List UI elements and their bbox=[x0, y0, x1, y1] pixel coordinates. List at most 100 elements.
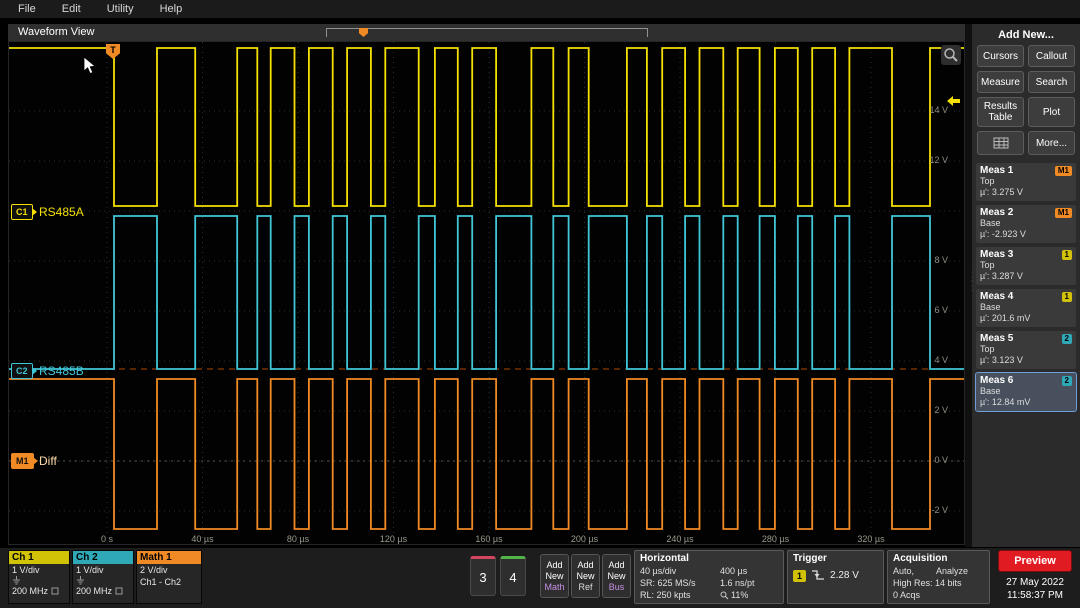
math1-expression: Ch1 - Ch2 bbox=[137, 576, 201, 588]
measure-button[interactable]: Measure bbox=[977, 71, 1024, 93]
magnifier-icon bbox=[943, 47, 959, 63]
channel3-button[interactable]: 3 bbox=[470, 556, 496, 596]
add-new-ref-button[interactable]: Add New Ref bbox=[571, 554, 600, 598]
sample-period: 1.6 ns/pt bbox=[720, 577, 778, 589]
acquisition-title: Acquisition bbox=[893, 552, 984, 565]
callout-button[interactable]: Callout bbox=[1028, 45, 1075, 67]
time: 11:58:37 PM bbox=[994, 589, 1076, 602]
acquisition-badge[interactable]: Acquisition Auto,Analyze High Res: 14 bi… bbox=[887, 550, 990, 604]
settings-bar: Ch 1 1 V/div 200 MHz Ch 2 1 V/div 200 MH… bbox=[0, 548, 1080, 608]
math1-badge[interactable]: Math 1 2 V/div Ch1 - Ch2 bbox=[136, 550, 202, 604]
add-new-math-button[interactable]: Add New Math bbox=[540, 554, 569, 598]
table-grid-button[interactable] bbox=[977, 131, 1024, 155]
voltage-axis-label: -2 V bbox=[914, 505, 948, 515]
waveform-display[interactable]: 0 s40 µs80 µs120 µs160 µs200 µs240 µs280… bbox=[8, 41, 965, 545]
menu-help[interactable]: Help bbox=[160, 3, 183, 15]
channel2-bandwidth: 200 MHz bbox=[76, 585, 112, 597]
add-word: Add bbox=[577, 560, 593, 571]
trigger-position-flag[interactable]: T bbox=[106, 44, 120, 59]
plot-button[interactable]: Plot bbox=[1028, 97, 1075, 127]
meas-source-badge: 1 bbox=[1062, 292, 1072, 302]
measurement-list: Meas 1 M1 Top µ': 3.275 V Meas 2 M1 Base… bbox=[972, 163, 1080, 411]
waveform-view-tabstrip: Waveform View bbox=[8, 24, 965, 41]
voltage-axis-label: 14 V bbox=[914, 105, 948, 115]
channel1-tag[interactable]: C1 bbox=[11, 204, 33, 220]
new-word: New bbox=[576, 571, 594, 582]
time-axis-label: 160 µs bbox=[475, 534, 502, 544]
ref-word: Ref bbox=[578, 582, 592, 593]
math1-tag[interactable]: M1 bbox=[11, 453, 34, 469]
meas-name: Meas 3 bbox=[980, 249, 1013, 260]
offscreen-level-arrow-icon bbox=[946, 94, 961, 112]
channel1-badge[interactable]: Ch 1 1 V/div 200 MHz bbox=[8, 550, 70, 604]
menu-file[interactable]: File bbox=[18, 3, 36, 15]
record-trigger-marker[interactable] bbox=[359, 28, 368, 37]
record-view-bracket[interactable] bbox=[326, 28, 648, 37]
channel2-label: RS485B bbox=[39, 364, 84, 378]
meas-6-badge[interactable]: Meas 6 2 Base µ': 12.84 mV bbox=[976, 373, 1076, 411]
voltage-axis-label: 6 V bbox=[914, 305, 948, 315]
menu-edit[interactable]: Edit bbox=[62, 3, 81, 15]
meas-2-badge[interactable]: Meas 2 M1 Base µ': -2.923 V bbox=[976, 205, 1076, 243]
channel2-tag[interactable]: C2 bbox=[11, 363, 33, 379]
bandwidth-icon bbox=[51, 587, 59, 595]
channel2-scale: 1 V/div bbox=[73, 564, 133, 576]
new-word: New bbox=[607, 571, 625, 582]
add-new-bus-button[interactable]: Add New Bus bbox=[602, 554, 631, 598]
new-word: New bbox=[545, 571, 563, 582]
meas-source-badge: M1 bbox=[1055, 166, 1072, 176]
cursors-button[interactable]: Cursors bbox=[977, 45, 1024, 67]
meas-value: µ': 3.275 V bbox=[980, 187, 1072, 198]
analyze-link[interactable]: Analyze bbox=[936, 565, 968, 577]
time-axis-label: 0 s bbox=[101, 534, 113, 544]
trigger-title: Trigger bbox=[793, 552, 878, 565]
add-word: Add bbox=[608, 560, 624, 571]
time-axis-label: 80 µs bbox=[287, 534, 309, 544]
meas-source-badge: 2 bbox=[1062, 376, 1072, 386]
meas-stat: Top bbox=[980, 176, 1072, 187]
meas-value: µ': 3.287 V bbox=[980, 271, 1072, 282]
search-button[interactable]: Search bbox=[1028, 71, 1075, 93]
meas-1-badge[interactable]: Meas 1 M1 Top µ': 3.275 V bbox=[976, 163, 1076, 201]
channel2-badge[interactable]: Ch 2 1 V/div 200 MHz bbox=[72, 550, 134, 604]
meas-name: Meas 4 bbox=[980, 291, 1013, 302]
meas-name: Meas 6 bbox=[980, 375, 1013, 386]
trigger-level: 2.28 V bbox=[830, 570, 859, 581]
sample-rate: SR: 625 MS/s bbox=[640, 577, 720, 589]
channel2-badge-title: Ch 2 bbox=[73, 551, 133, 564]
voltage-axis-label: 2 V bbox=[914, 405, 948, 415]
preview-button[interactable]: Preview bbox=[998, 550, 1072, 572]
meas-value: µ': 12.84 mV bbox=[980, 397, 1072, 408]
tab-waveform-view[interactable]: Waveform View bbox=[18, 26, 94, 38]
horizontal-badge[interactable]: Horizontal 40 µs/div400 µs SR: 625 MS/s1… bbox=[634, 550, 784, 604]
horizontal-scale: 40 µs/div bbox=[640, 565, 720, 577]
meas-source-badge: 1 bbox=[1062, 250, 1072, 260]
meas-stat: Base bbox=[980, 218, 1072, 229]
math1-scale: 2 V/div bbox=[137, 564, 201, 576]
meas-3-badge[interactable]: Meas 3 1 Top µ': 3.287 V bbox=[976, 247, 1076, 285]
meas-source-badge: M1 bbox=[1055, 208, 1072, 218]
acquisition-count: 0 Acqs bbox=[893, 589, 984, 601]
meas-5-badge[interactable]: Meas 5 2 Top µ': 3.123 V bbox=[976, 331, 1076, 369]
time-axis-label: 320 µs bbox=[857, 534, 884, 544]
horizontal-span: 400 µs bbox=[720, 565, 778, 577]
menu-utility[interactable]: Utility bbox=[107, 3, 134, 15]
math-word: Math bbox=[544, 582, 564, 593]
voltage-axis-label: 12 V bbox=[914, 155, 948, 165]
more-button[interactable]: More... bbox=[1028, 131, 1075, 155]
channel4-button[interactable]: 4 bbox=[500, 556, 526, 596]
meas-stat: Top bbox=[980, 344, 1072, 355]
time-axis-label: 200 µs bbox=[571, 534, 598, 544]
meas-name: Meas 2 bbox=[980, 207, 1013, 218]
bandwidth-icon bbox=[115, 587, 123, 595]
results-table-button[interactable]: Results Table bbox=[977, 97, 1024, 127]
add-word: Add bbox=[546, 560, 562, 571]
trigger-badge[interactable]: Trigger 1 2.28 V bbox=[787, 550, 884, 604]
meas-stat: Base bbox=[980, 386, 1072, 397]
zoom-percent-icon bbox=[720, 591, 729, 600]
meas-4-badge[interactable]: Meas 4 1 Base µ': 201.6 mV bbox=[976, 289, 1076, 327]
date: 27 May 2022 bbox=[994, 576, 1076, 589]
meas-stat: Top bbox=[980, 260, 1072, 271]
time-axis-label: 120 µs bbox=[380, 534, 407, 544]
zoom-button[interactable] bbox=[941, 45, 961, 65]
